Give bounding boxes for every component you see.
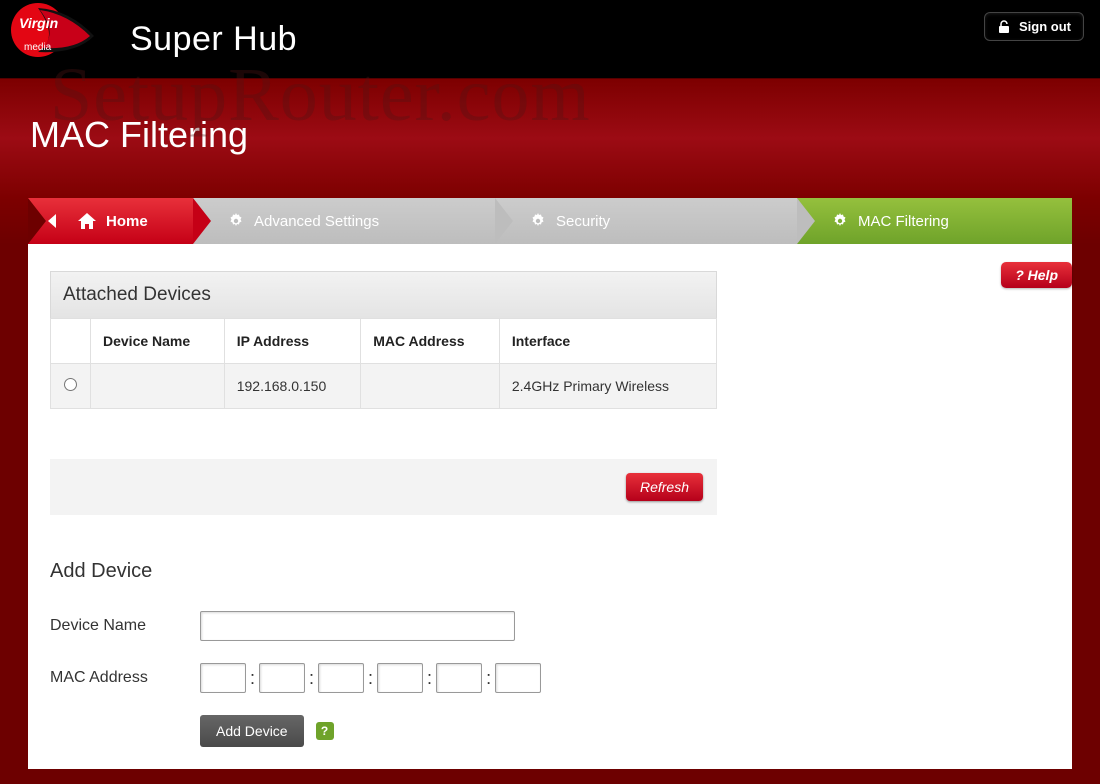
virgin-media-logo-icon: Virgin media <box>10 0 100 78</box>
row-select-radio[interactable] <box>64 378 77 391</box>
add-button-row: Add Device ? <box>200 715 1050 747</box>
breadcrumb-container: Home Advanced Settings Security MAC Filt… <box>0 198 1100 244</box>
chevron-left-icon <box>48 214 56 228</box>
sign-out-label: Sign out <box>1019 19 1071 34</box>
mac-sep: : <box>486 668 491 689</box>
col-interface: Interface <box>499 319 716 364</box>
svg-text:Virgin: Virgin <box>19 15 58 31</box>
breadcrumb-advanced[interactable]: Advanced Settings <box>193 198 495 244</box>
breadcrumb-home[interactable]: Home <box>28 198 193 244</box>
cell-interface: 2.4GHz Primary Wireless <box>499 364 716 409</box>
gear-icon <box>228 213 244 229</box>
mac-seg-5[interactable] <box>436 663 482 693</box>
breadcrumb-home-label: Home <box>106 213 148 230</box>
page-title: MAC Filtering <box>30 114 1070 156</box>
sign-out-button[interactable]: Sign out <box>984 12 1084 41</box>
col-ip-address: IP Address <box>224 319 361 364</box>
col-select <box>51 319 91 364</box>
mac-sep: : <box>309 668 314 689</box>
device-name-row: Device Name <box>50 611 1050 641</box>
add-device-button[interactable]: Add Device <box>200 715 304 747</box>
mac-address-label: MAC Address <box>50 669 200 687</box>
mac-seg-3[interactable] <box>318 663 364 693</box>
mac-sep: : <box>427 668 432 689</box>
breadcrumb-security-label: Security <box>556 213 610 230</box>
title-band: MAC Filtering <box>0 78 1100 198</box>
content-panel: ? Help Attached Devices Device Name IP A… <box>28 244 1072 769</box>
mac-seg-6[interactable] <box>495 663 541 693</box>
mac-seg-4[interactable] <box>377 663 423 693</box>
gear-icon <box>832 213 848 229</box>
refresh-bar: Refresh <box>50 459 717 515</box>
cell-device-name <box>91 364 225 409</box>
cell-ip-address: 192.168.0.150 <box>224 364 361 409</box>
add-device-title: Add Device <box>50 560 1050 583</box>
col-device-name: Device Name <box>91 319 225 364</box>
logo-area: Virgin media Super Hub <box>10 0 297 78</box>
help-button[interactable]: ? Help <box>1001 262 1072 288</box>
device-name-input[interactable] <box>200 611 515 641</box>
table-row: 192.168.0.150 2.4GHz Primary Wireless <box>51 364 717 409</box>
breadcrumb: Home Advanced Settings Security MAC Filt… <box>28 198 1072 244</box>
mac-sep: : <box>250 668 255 689</box>
mac-seg-2[interactable] <box>259 663 305 693</box>
breadcrumb-current-label: MAC Filtering <box>858 213 949 230</box>
device-name-label: Device Name <box>50 617 200 635</box>
breadcrumb-advanced-label: Advanced Settings <box>254 213 379 230</box>
lock-icon <box>997 20 1011 34</box>
help-label: ? Help <box>1015 267 1058 283</box>
hint-icon[interactable]: ? <box>316 722 334 740</box>
main-area: ? Help Attached Devices Device Name IP A… <box>0 244 1100 784</box>
brand-logo: Virgin media <box>10 0 100 78</box>
attached-devices-title: Attached Devices <box>50 271 717 318</box>
mac-sep: : <box>368 668 373 689</box>
svg-text:media: media <box>24 42 52 53</box>
gear-icon <box>530 213 546 229</box>
app-header: Virgin media Super Hub Sign out <box>0 0 1100 78</box>
mac-address-row: MAC Address : : : : : <box>50 663 1050 693</box>
attached-devices-table: Attached Devices Device Name IP Address … <box>50 271 717 409</box>
mac-fields: : : : : : <box>200 663 541 693</box>
breadcrumb-security[interactable]: Security <box>495 198 797 244</box>
add-device-button-label: Add Device <box>216 723 288 739</box>
breadcrumb-current[interactable]: MAC Filtering <box>797 198 1072 244</box>
refresh-button[interactable]: Refresh <box>626 473 703 501</box>
add-device-section: Add Device Device Name MAC Address : : :… <box>50 560 1050 747</box>
cell-mac-address <box>361 364 500 409</box>
product-name: Super Hub <box>130 20 297 59</box>
home-icon <box>78 213 96 229</box>
table-header-row: Device Name IP Address MAC Address Inter… <box>51 319 717 364</box>
mac-seg-1[interactable] <box>200 663 246 693</box>
col-mac-address: MAC Address <box>361 319 500 364</box>
refresh-label: Refresh <box>640 479 689 495</box>
